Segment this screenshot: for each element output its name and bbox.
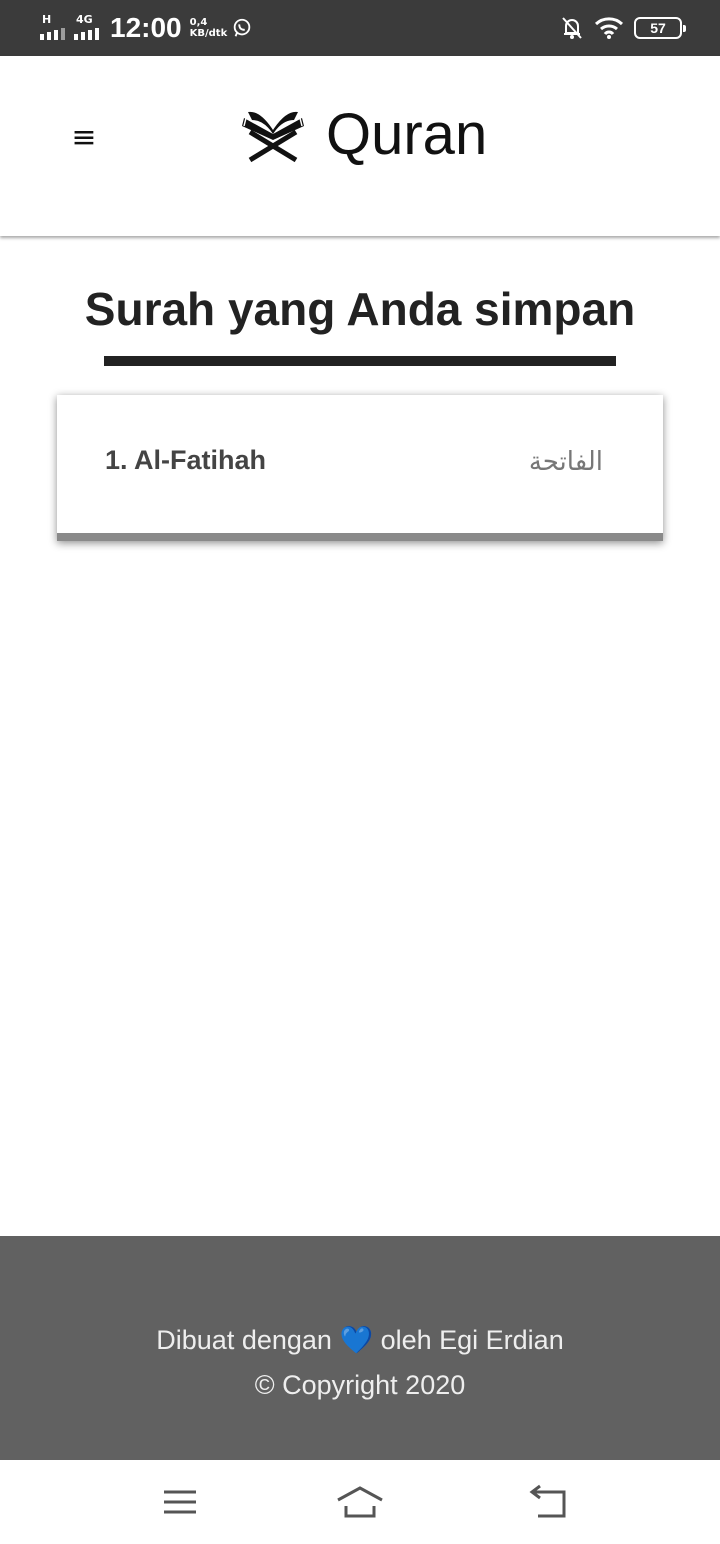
recent-apps-icon <box>164 1490 196 1514</box>
app-title: Quran <box>326 101 488 167</box>
home-icon <box>337 1486 383 1518</box>
footer-credit: Dibuat dengan 💙 oleh Egi Erdian <box>0 1324 720 1356</box>
whatsapp-icon <box>234 18 251 37</box>
recent-apps-button[interactable] <box>156 1482 204 1522</box>
quran-book-icon <box>242 111 304 163</box>
network-type-1: H <box>42 13 52 26</box>
home-button[interactable] <box>336 1482 384 1522</box>
back-icon <box>529 1484 566 1518</box>
battery-icon: 57 <box>634 17 686 39</box>
footer-credit-suffix: oleh Egi Erdian <box>380 1325 564 1355</box>
bell-off-icon <box>562 17 582 39</box>
status-bar: H 4G 12:00 0,4 KB/dtk 57 <box>0 0 720 56</box>
saved-surah-card[interactable]: 1. Al-Fatihah الفاتحة <box>57 395 663 541</box>
hamburger-menu-button[interactable]: ≡ <box>70 118 98 158</box>
heart-icon: 💙 <box>339 1325 374 1355</box>
brand[interactable]: Quran <box>238 96 487 172</box>
wifi-icon <box>594 17 624 39</box>
status-right: 57 <box>560 14 686 42</box>
speed-unit: KB/dtk <box>189 28 228 39</box>
status-left: H 4G 12:00 0,4 KB/dtk <box>38 10 253 46</box>
back-button[interactable] <box>526 1482 574 1522</box>
title-underline <box>104 356 616 366</box>
surah-arabic-name: الفاتحة <box>528 447 603 477</box>
page-title: Surah yang Anda simpan <box>84 283 636 335</box>
app-header: ≡ Quran <box>0 56 720 236</box>
signal-icon: 4G <box>72 11 106 45</box>
speed-value: 0,4 <box>189 17 208 28</box>
clock: 12:00 <box>110 12 182 43</box>
network-type-2: 4G <box>76 13 93 26</box>
surah-name: 1. Al-Fatihah <box>105 445 267 475</box>
network-speed: 0,4 KB/dtk <box>190 17 228 39</box>
footer: Dibuat dengan 💙 oleh Egi Erdian © Copyri… <box>0 1236 720 1460</box>
signal-icon: H <box>38 11 72 45</box>
system-nav-bar <box>0 1460 720 1544</box>
footer-credit-prefix: Dibuat dengan <box>156 1325 332 1355</box>
footer-copyright: © Copyright 2020 <box>254 1370 466 1400</box>
